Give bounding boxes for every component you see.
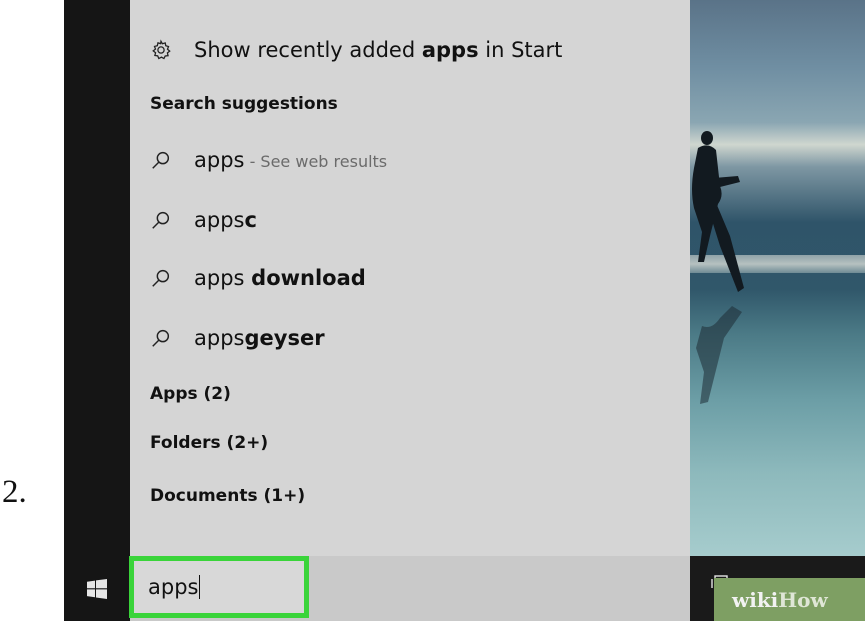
suggestion-item[interactable]: appsgeyser (130, 318, 690, 358)
search-icon (148, 207, 174, 233)
setting-result-label: Show recently added apps in Start (194, 38, 563, 62)
suggestion-label: apps - See web results (194, 148, 388, 172)
section-apps[interactable]: Apps (2) (150, 384, 231, 404)
cutoff-top (130, 0, 690, 4)
section-folders[interactable]: Folders (2+) (150, 433, 268, 453)
search-input[interactable]: apps (129, 556, 309, 618)
windows-logo-icon (87, 578, 107, 599)
desktop-wallpaper (690, 0, 865, 556)
suggestion-label: appsc (194, 208, 257, 232)
search-suggestions-heading: Search suggestions (150, 94, 338, 114)
suggestion-item[interactable]: apps - See web results (130, 140, 690, 180)
search-results-panel: Show recently added apps in Start Search… (130, 0, 690, 556)
start-menu-left-strip (64, 0, 130, 556)
wikihow-watermark: wiki How (714, 578, 865, 621)
suggestion-label: appsgeyser (194, 326, 325, 350)
search-icon (148, 325, 174, 351)
search-icon (148, 265, 174, 291)
gear-icon (148, 37, 174, 63)
section-documents[interactable]: Documents (1+) (150, 486, 305, 506)
suggestion-item[interactable]: appsc (130, 200, 690, 240)
setting-result-recently-added[interactable]: Show recently added apps in Start (130, 30, 690, 70)
start-button[interactable] (64, 556, 130, 621)
search-icon (148, 147, 174, 173)
suggestion-label: apps download (194, 266, 366, 290)
text-caret (199, 575, 201, 599)
step-number: 2. (2, 474, 27, 510)
runner-silhouette (692, 131, 744, 404)
suggestion-item[interactable]: apps download (130, 258, 690, 298)
